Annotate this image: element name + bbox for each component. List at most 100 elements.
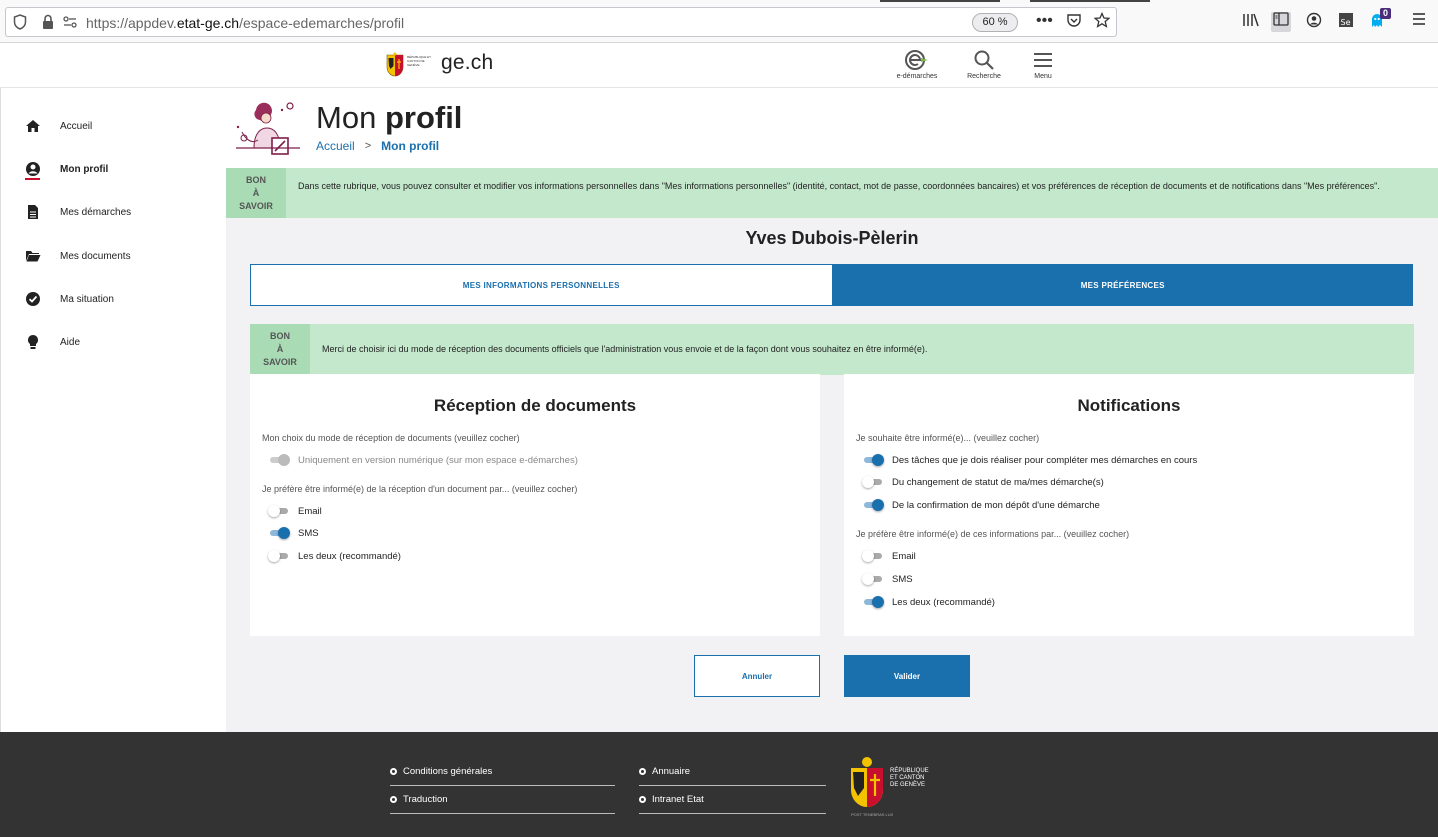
bullet-icon [390,796,397,803]
search-button[interactable]: Recherche [963,49,1005,80]
sidebar-item-label: Mes documents [60,250,131,262]
breadcrumb-home-link[interactable]: Accueil [316,139,355,153]
status-toggle[interactable] [862,475,884,489]
breadcrumb-separator-icon: > [364,140,372,152]
panel-title: Notifications [1077,396,1181,415]
hamburger-menu-icon[interactable] [1409,12,1429,32]
sidebar-item-mon-profil[interactable]: Mon profil [25,159,215,179]
geneva-coat-of-arms-logo[interactable] [386,52,404,78]
geneva-coat-of-arms-logo[interactable] [850,756,884,808]
sidebar-item-label: Mon profil [60,163,109,175]
more-actions-icon[interactable]: ••• [1036,12,1053,30]
extension-badge: 0 [1380,8,1392,19]
search-label: Recherche [967,73,1001,80]
validate-button[interactable]: Valider [844,655,970,697]
footer-link-label: Annuaire [652,766,691,777]
email-toggle[interactable] [862,549,884,563]
tasks-toggle[interactable] [862,453,884,467]
notify-email-option[interactable]: Email [862,549,916,563]
sidebar-item-ma-situation[interactable]: Ma situation [25,289,215,309]
edemarches-label: e-démarches [896,73,938,80]
shield-icon[interactable] [12,14,28,30]
footer-logo-text: RÉPUBLIQUE ET CANTON DE GENÈVE [890,768,929,788]
sidebar-item-mes-demarches[interactable]: Mes démarches [25,202,215,222]
menu-icon [1034,53,1052,67]
menu-button[interactable]: Menu [1028,49,1058,80]
option-label: Du changement de statut de ma/mes démarc… [892,476,1104,488]
bullet-icon [639,768,646,775]
account-icon[interactable] [1304,12,1324,32]
lock-icon[interactable] [40,14,56,30]
info-banner-top: BON À SAVOIR Dans cette rubrique, vous pou… [226,168,1438,218]
reception-notify-question: Je préfère être informé(e) de la récepti… [262,484,578,494]
search-icon [974,50,994,70]
email-toggle[interactable] [268,504,290,518]
site-name[interactable]: ge.ch [441,51,493,75]
sidebar-item-mes-documents[interactable]: Mes documents [25,246,215,266]
footer-motto: POST TENEBRAS LUX [851,812,894,817]
menu-label: Menu [1034,73,1052,80]
sms-toggle[interactable] [268,526,290,540]
sidebar-item-accueil[interactable]: Accueil [25,116,215,136]
bon-a-savoir-tag: BON À SAVOIR [250,324,310,375]
bullet-icon [639,796,646,803]
footer-link-traduction[interactable]: Traduction [390,786,615,814]
permissions-icon[interactable] [62,14,78,30]
sidebar-item-label: Aide [60,336,81,348]
user-name: Yves Dubois-Pèlerin [745,228,919,248]
both-toggle[interactable] [862,595,884,609]
reception-email-option[interactable]: Email [268,504,322,518]
notify-both-option[interactable]: Les deux (recommandé) [862,595,995,609]
footer-link-conditions[interactable]: Conditions générales [390,758,615,786]
tab-personal-info[interactable]: MES INFORMATIONS PERSONNELLES [250,264,833,306]
reception-documents-panel: Réception de documents Mon choix du mode… [250,374,820,636]
notify-sms-option[interactable]: SMS [862,572,913,586]
option-label: SMS [298,527,319,539]
sidebar-toggle-icon[interactable] [1271,12,1291,32]
profile-illustration [234,100,304,160]
file-icon [25,204,41,220]
reception-question: Mon choix du mode de réception de docume… [262,433,520,443]
notify-tasks-option[interactable]: Des tâches que je dois réaliser pour com… [862,453,1197,467]
info-banner-text: Merci de choisir ici du mode de réceptio… [322,344,928,354]
pocket-icon[interactable] [1066,12,1082,33]
browser-toolbar: https://appdev.etat-ge.ch/espace-edemarc… [0,0,1438,43]
library-icon[interactable] [1241,12,1261,32]
sms-toggle[interactable] [862,572,884,586]
both-toggle[interactable] [268,549,290,563]
cancel-button[interactable]: Annuler [694,655,820,697]
address-bar[interactable]: https://appdev.etat-ge.ch/espace-edemarc… [5,7,1117,37]
notify-status-option[interactable]: Du changement de statut de ma/mes démarc… [862,475,1104,489]
folder-icon [25,248,41,264]
site-footer: Conditions générales Traduction Annuaire… [0,732,1438,837]
sidebar-item-label: Mes démarches [60,206,132,218]
zoom-indicator[interactable]: 60 % [972,13,1018,32]
url-text[interactable]: https://appdev.etat-ge.ch/espace-edemarc… [86,15,404,31]
confirm-toggle[interactable] [862,498,884,512]
notifications-channel-question: Je préfère être informé(e) de ces inform… [856,529,1130,539]
edemarches-icon [905,50,928,70]
site-header: RÉPUBLIQUE ET CANTON DE GENÈVE ge.ch e-d… [0,43,1438,88]
sidebar-nav: Accueil Mon profil Mes démarches Mes doc… [0,88,226,732]
info-banner-preferences: BON À SAVOIR Merci de choisir ici du mode … [250,324,1414,375]
numeric-only-toggle [268,453,290,467]
footer-link-annuaire[interactable]: Annuaire [639,758,826,786]
notifications-question: Je souhaite être informé(e)... (veuillez… [856,433,1040,443]
footer-link-intranet[interactable]: Intranet Etat [639,786,826,814]
tab-preferences[interactable]: MES PRÉFÉRENCES [832,264,1413,306]
reception-both-option[interactable]: Les deux (recommandé) [268,549,401,563]
selenium-extension-icon[interactable]: Se [1336,12,1356,32]
option-label: Email [298,505,322,517]
logo-small-text: RÉPUBLIQUE ET CANTON DE GENÈVE [407,55,431,67]
sidebar-item-label: Accueil [60,120,93,132]
reception-sms-option[interactable]: SMS [268,526,319,540]
footer-link-label: Intranet Etat [652,794,704,805]
edemarches-button[interactable]: e-démarches [895,49,939,80]
lightbulb-icon [25,334,41,350]
sidebar-item-aide[interactable]: Aide [25,332,215,352]
bookmark-star-icon[interactable] [1093,11,1111,33]
active-indicator [25,178,40,180]
notify-confirm-option[interactable]: De la confirmation de mon dépôt d'une dé… [862,498,1100,512]
info-banner-text: Dans cette rubrique, vous pouvez consult… [298,181,1380,191]
footer-link-label: Traduction [403,794,448,805]
